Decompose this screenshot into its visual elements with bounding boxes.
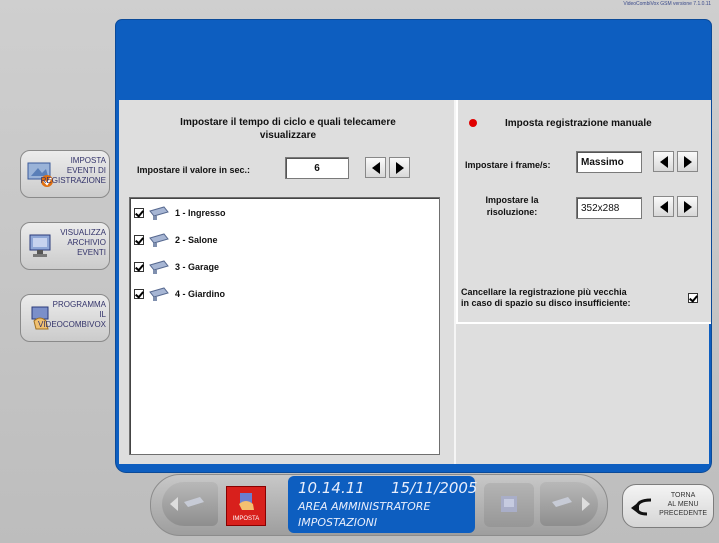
frames-increase-button[interactable] — [677, 151, 698, 172]
camera-checkbox[interactable] — [134, 262, 144, 272]
keypad-icon — [501, 496, 517, 512]
resolution-label-line: risoluzione: — [486, 207, 538, 217]
return-arrow-icon — [631, 498, 652, 516]
sidebar-label-line: VISUALIZZA — [60, 228, 106, 237]
sidebar-label-line: REGISTRAZIONE — [40, 176, 106, 185]
cycle-seconds-field[interactable]: 6 — [285, 157, 349, 179]
overwrite-checkbox[interactable] — [688, 293, 698, 303]
resolution-field[interactable]: 352x288 — [576, 197, 642, 219]
camera-icon — [149, 233, 169, 247]
archive-monitor-icon — [29, 234, 51, 257]
frames-field[interactable]: Massimo — [576, 151, 642, 173]
info-display: 10.14.11 15/11/2005 AREA AMMINISTRATORE … — [288, 476, 478, 533]
camera-label: 2 - Salone — [175, 235, 218, 245]
camera-row[interactable]: 4 - Giardino — [134, 284, 225, 304]
back-label-line: TORNA — [670, 492, 696, 499]
resolution-increase-button[interactable] — [677, 196, 698, 217]
cycle-title: Impostare il tempo di ciclo e quali tele… — [140, 116, 436, 142]
cycle-title-line: visualizzare — [259, 130, 317, 141]
overwrite-label-line: Cancellare la registrazione più vecchia — [461, 287, 627, 297]
imposta-button[interactable]: IMPOSTA — [226, 486, 266, 526]
back-label: TORNA AL MENU PRECEDENTE — [659, 491, 707, 518]
prev-nav-button[interactable] — [162, 482, 218, 526]
arrow-right-icon — [395, 161, 404, 174]
recording-title: Imposta registrazione manuale — [505, 118, 652, 129]
camera-label: 3 - Garage — [175, 262, 220, 272]
back-label-line: AL MENU — [667, 501, 699, 508]
disabled-nav-button — [484, 483, 534, 527]
arrow-right-icon — [683, 155, 692, 168]
camera-icon — [149, 260, 169, 274]
arrow-right-icon — [683, 200, 692, 213]
clock-time: 10.14.11 — [298, 479, 365, 497]
cycle-increase-button[interactable] — [389, 157, 410, 178]
area-label: AREA AMMINISTRATORE — [298, 500, 431, 513]
sidebar-label-line: VIDEOCOMBIVOX — [37, 320, 106, 329]
cycle-title-line: Impostare il tempo di ciclo e quali tele… — [180, 117, 396, 128]
sidebar-item-view-archive[interactable]: VISUALIZZA ARCHIVIO EVENTI — [20, 222, 110, 270]
back-arrow-icon — [170, 497, 204, 511]
section-label: IMPOSTAZIONI — [298, 516, 378, 529]
clock-date: 15/11/2005 — [391, 479, 478, 497]
resolution-decrease-button[interactable] — [653, 196, 674, 217]
sidebar-label-line: EVENTI DI — [66, 166, 106, 175]
camera-icon — [149, 287, 169, 301]
camera-icon — [149, 206, 169, 220]
back-label-line: PRECEDENTE — [659, 510, 707, 517]
camera-checkbox[interactable] — [134, 289, 144, 299]
camera-label: 4 - Giardino — [175, 289, 226, 299]
recording-status-dot — [469, 119, 477, 127]
settings-hand-icon — [239, 493, 254, 510]
sidebar-item-event-settings[interactable]: IMPOSTA EVENTI DI REGISTRAZIONE — [20, 150, 110, 198]
next-nav-button[interactable] — [540, 482, 598, 526]
version-label: VideoCombiVox GSM versione 7.1.0.11 — [623, 1, 711, 7]
imposta-label: IMPOSTA — [232, 516, 260, 522]
cycle-decrease-button[interactable] — [365, 157, 386, 178]
arrow-left-icon — [371, 161, 380, 174]
cycle-value-label: Impostare il valore in sec.: — [137, 165, 251, 175]
back-to-menu-button[interactable]: TORNA AL MENU PRECEDENTE — [622, 484, 714, 528]
camera-checkbox[interactable] — [134, 208, 144, 218]
camera-row[interactable]: 1 - Ingresso — [134, 203, 226, 223]
arrow-left-icon — [659, 200, 668, 213]
camera-row[interactable]: 3 - Garage — [134, 257, 219, 277]
forward-arrow-icon — [552, 497, 590, 511]
sidebar-label-line: EVENTI — [77, 248, 106, 257]
sidebar-label-line: PROGRAMMA — [52, 300, 106, 309]
resolution-label-line: Impostare la — [485, 195, 539, 205]
arrow-left-icon — [659, 155, 668, 168]
frames-label: Impostare i frame/s: — [465, 160, 551, 170]
overwrite-label: Cancellare la registrazione più vecchia … — [461, 287, 631, 309]
overwrite-label-line: in caso di spazio su disco insufficiente… — [461, 298, 631, 308]
camera-label: 1 - Ingresso — [175, 208, 226, 218]
sidebar-label-line: ARCHIVIO — [67, 238, 106, 247]
sidebar-label-line: IL — [99, 310, 106, 319]
sidebar-item-program[interactable]: PROGRAMMA IL VIDEOCOMBIVOX — [20, 294, 110, 342]
camera-checkbox[interactable] — [134, 235, 144, 245]
camera-row[interactable]: 2 - Salone — [134, 230, 218, 250]
camera-list: 1 - Ingresso 2 - Salone 3 - Garage 4 - G… — [129, 197, 440, 455]
frames-decrease-button[interactable] — [653, 151, 674, 172]
sidebar-label-line: IMPOSTA — [70, 156, 106, 165]
resolution-label: Impostare la risoluzione: — [478, 194, 546, 218]
